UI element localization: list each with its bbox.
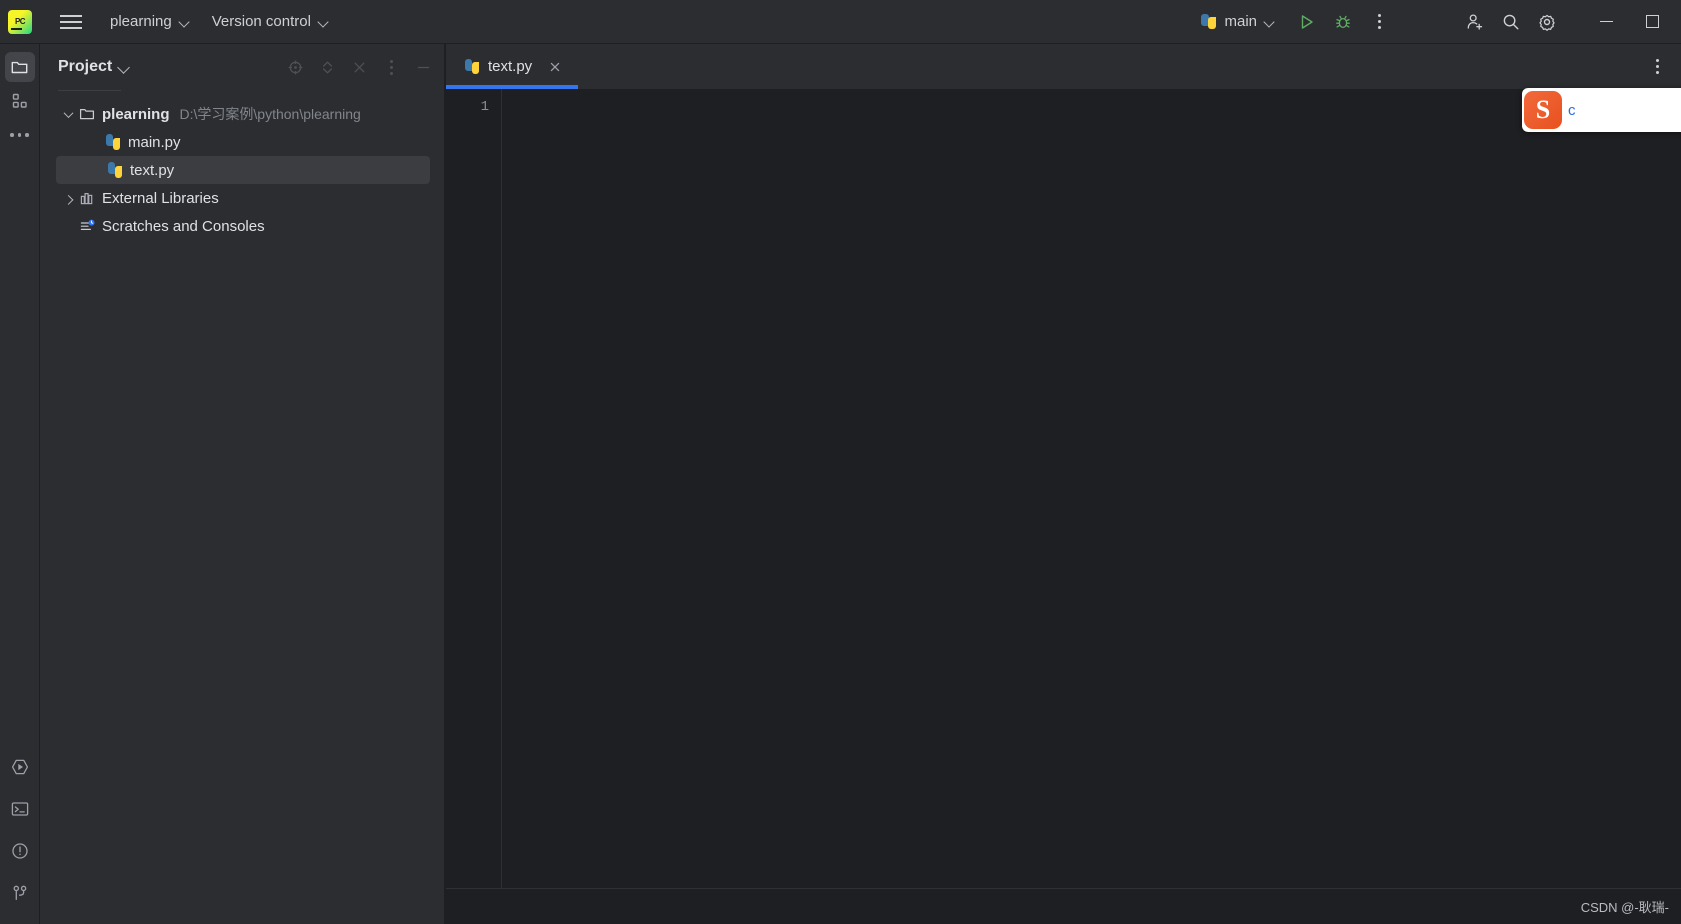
python-file-icon	[104, 133, 122, 151]
expand-collapse-icon[interactable]	[312, 52, 342, 82]
chevron-down-icon	[180, 17, 190, 27]
project-panel-title: Project	[58, 58, 113, 75]
more-tool-windows-icon[interactable]	[5, 120, 35, 150]
tree-node-scratches-and-consoles[interactable]: Scratches and Consoles	[40, 212, 444, 240]
run-configuration-label: main	[1224, 13, 1257, 30]
minimize-icon[interactable]	[1583, 0, 1629, 44]
project-name-label: plearning	[110, 13, 172, 30]
version-control-button[interactable]: Version control	[204, 8, 337, 36]
chevron-right-icon[interactable]	[58, 188, 78, 208]
run-icon[interactable]	[1289, 4, 1325, 40]
search-everywhere-icon[interactable]	[1493, 4, 1529, 40]
folder-icon	[78, 105, 96, 123]
sogou-logo-letter: S	[1535, 95, 1551, 124]
project-panel-header: Project	[40, 44, 444, 90]
locate-file-icon[interactable]	[280, 52, 310, 82]
hamburger-menu-icon[interactable]	[54, 5, 88, 39]
activity-bar	[0, 44, 40, 924]
tree-node-label: main.py	[128, 133, 181, 151]
version-control-label: Version control	[211, 13, 311, 30]
tree-node-label: text.py	[130, 161, 175, 179]
tree-node-label: External Libraries	[102, 189, 219, 207]
editor-area: text.py 1 CSDN @-耿瑞-	[446, 44, 1681, 924]
more-actions-icon[interactable]	[1361, 4, 1397, 40]
tree-node-plearning[interactable]: plearning D:\学习案例\python\plearning	[40, 100, 444, 128]
tree-node-path: D:\学习案例\python\plearning	[179, 106, 361, 122]
structure-tool-icon[interactable]	[5, 86, 35, 116]
project-tool-window: Project plearning D:\学习案例\python\plearni…	[40, 44, 445, 924]
project-tool-icon[interactable]	[4, 52, 35, 82]
editor-options-icon[interactable]	[1641, 51, 1673, 83]
project-tree: plearning D:\学习案例\python\plearning main.…	[40, 90, 444, 240]
pycharm-logo-icon: PC	[8, 9, 32, 34]
collapse-all-icon[interactable]	[344, 52, 374, 82]
tree-node-text-py[interactable]: text.py	[56, 156, 430, 184]
watermark-label: CSDN @-耿瑞-	[1580, 900, 1669, 915]
problems-tool-icon[interactable]	[5, 836, 35, 866]
add-account-icon[interactable]	[1457, 4, 1493, 40]
line-number: 1	[480, 99, 489, 115]
ime-composition-text: c	[1568, 101, 1576, 119]
run-configuration-selector[interactable]: main	[1192, 8, 1283, 36]
code-editor[interactable]: 1	[446, 89, 1681, 888]
tree-node-label: plearning	[102, 105, 170, 123]
hide-panel-icon[interactable]	[408, 52, 438, 82]
editor-tab-label: text.py	[488, 58, 533, 75]
chevron-down-icon	[319, 17, 329, 27]
run-tool-icon[interactable]	[5, 752, 35, 782]
editor-gutter[interactable]: 1	[446, 89, 502, 888]
settings-gear-icon[interactable]	[1529, 4, 1565, 40]
editor-tab-bar: text.py	[446, 44, 1681, 89]
python-file-icon	[464, 58, 480, 75]
editor-tab-text-py[interactable]: text.py	[446, 44, 579, 89]
pycharm-logo-text: PC	[14, 16, 26, 26]
library-icon	[78, 189, 96, 207]
tree-node-label: Scratches and Consoles	[102, 217, 265, 235]
chevron-down-icon[interactable]	[58, 104, 78, 124]
project-panel-toolbar	[280, 52, 438, 82]
sogou-ime-logo-icon: S	[1524, 91, 1562, 129]
project-panel-title-underline	[58, 90, 121, 91]
project-name-button[interactable]: plearning	[102, 8, 198, 36]
python-file-icon	[106, 161, 124, 179]
scratches-icon	[78, 217, 96, 235]
tree-node-external-libraries[interactable]: External Libraries	[40, 184, 444, 212]
maximize-icon[interactable]	[1629, 0, 1675, 44]
main-toolbar: PC plearning Version control main	[0, 0, 1681, 44]
sogou-ime-popup[interactable]: S c	[1522, 88, 1681, 132]
status-bar: CSDN @-耿瑞-	[446, 888, 1681, 924]
window-controls	[1583, 0, 1675, 43]
close-icon[interactable]	[546, 58, 564, 76]
version-control-tool-icon[interactable]	[5, 878, 35, 908]
debug-icon[interactable]	[1325, 4, 1361, 40]
chevron-down-icon[interactable]	[118, 61, 130, 73]
editor-text-area[interactable]	[502, 89, 1681, 888]
panel-options-icon[interactable]	[376, 52, 406, 82]
python-file-icon	[1200, 13, 1216, 30]
terminal-tool-icon[interactable]	[5, 794, 35, 824]
tree-node-main-py[interactable]: main.py	[40, 128, 444, 156]
chevron-down-icon	[1265, 17, 1275, 27]
